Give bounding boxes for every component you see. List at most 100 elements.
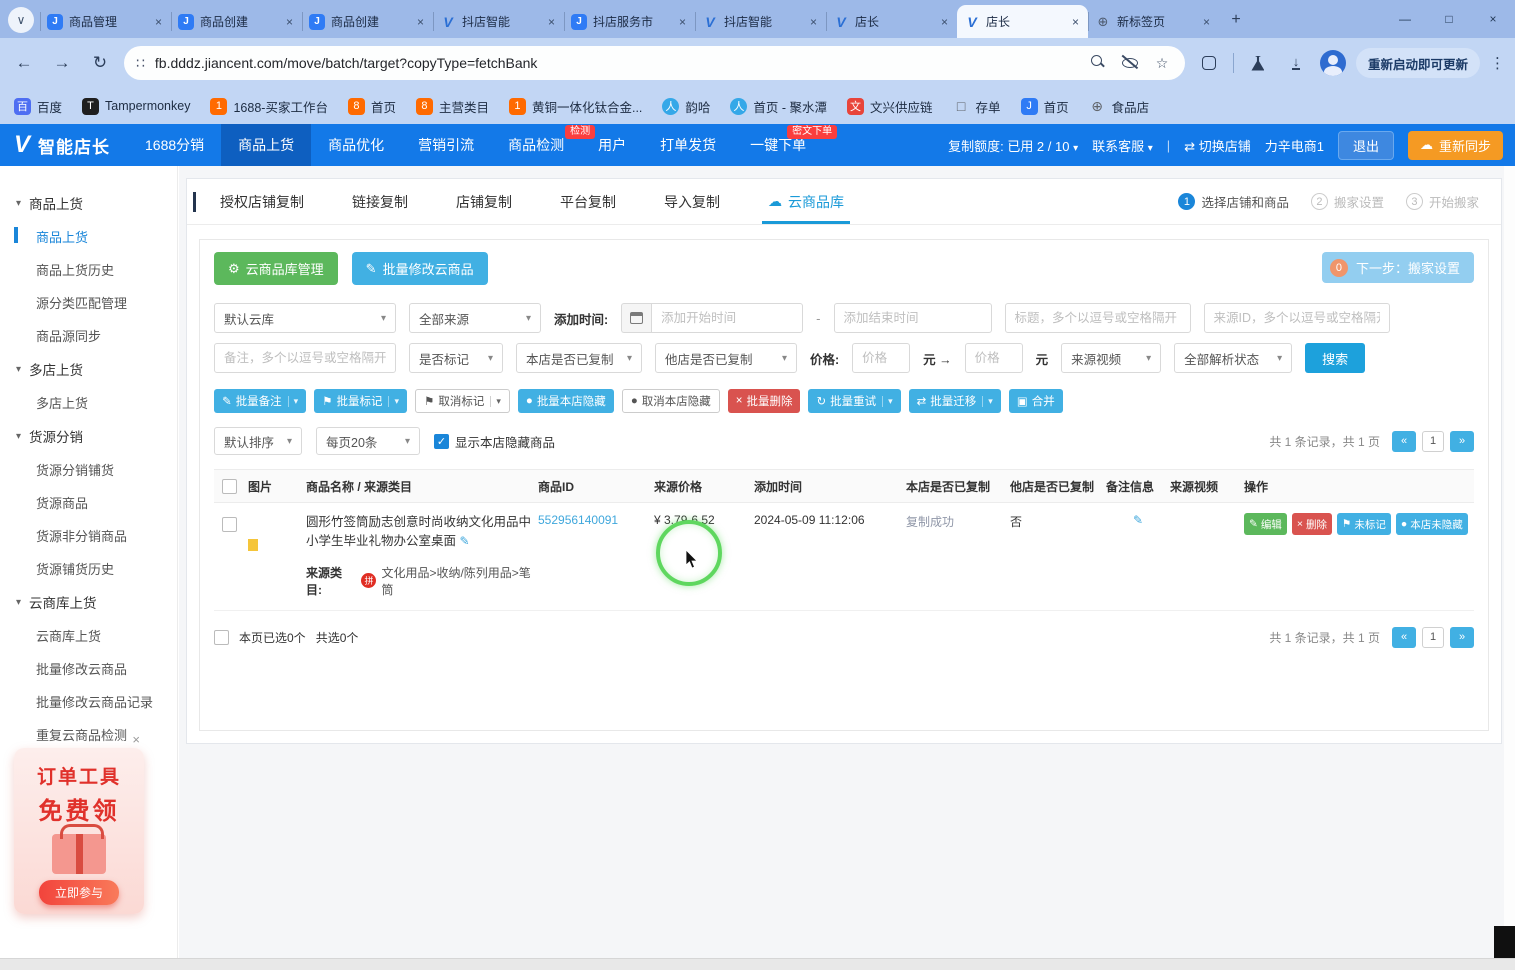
site-info-icon[interactable]: ∷	[136, 55, 145, 72]
nav-item-product-upload[interactable]: 商品上货	[221, 124, 311, 166]
current-page-number[interactable]: 1	[1422, 431, 1444, 452]
batch-remark-button[interactable]: ✎批量备注▾	[214, 389, 306, 413]
tab-close-icon[interactable]: ×	[939, 15, 950, 29]
price-max-input[interactable]	[965, 343, 1023, 373]
bookmark-item[interactable]: 1黄铜一体化钛合金...	[509, 97, 642, 116]
prev-page-button[interactable]: «	[1392, 431, 1416, 452]
unmark-button[interactable]: ⚑取消标记▾	[415, 389, 510, 413]
tab-link-copy[interactable]: 链接复制	[328, 179, 432, 224]
batch-retry-button[interactable]: ↻批量重试▾	[808, 389, 900, 413]
sidebar-item-upload-history[interactable]: 商品上货历史	[0, 253, 177, 286]
zoom-out-icon[interactable]	[1087, 55, 1109, 72]
sidebar-item-supply-distribute[interactable]: 货源分销铺货	[0, 453, 177, 486]
tab-store-copy[interactable]: 店铺复制	[432, 179, 536, 224]
resync-button[interactable]: ☁重新同步	[1408, 131, 1503, 160]
tab-close-icon[interactable]: ×	[415, 15, 426, 29]
update-browser-button[interactable]: 重新启动即可更新	[1356, 48, 1480, 78]
sidebar-item-cloud-upload[interactable]: 云商库上货	[0, 619, 177, 652]
source-id-filter-input[interactable]	[1204, 303, 1390, 333]
tab-authorized-store-copy[interactable]: 授权店铺复制	[196, 179, 328, 224]
parse-status-select[interactable]: 全部解析状态▾	[1174, 343, 1292, 373]
batch-unhide-button[interactable]: ●取消本店隐藏	[622, 389, 720, 413]
browser-tab[interactable]: V 店长 ×	[826, 5, 957, 38]
tab-platform-copy[interactable]: 平台复制	[536, 179, 640, 224]
not-hidden-button[interactable]: ●本店未隐藏	[1396, 513, 1468, 535]
bookmark-item[interactable]: 文文兴供应链	[847, 97, 933, 116]
nav-item-1688-distribution[interactable]: 1688分销	[128, 124, 221, 166]
cloud-library-manage-button[interactable]: ⚙云商品库管理	[214, 252, 338, 285]
tab-close-icon[interactable]: ×	[808, 15, 819, 29]
bookmark-star-icon[interactable]: ☆	[1151, 55, 1173, 72]
nav-item-one-click-order[interactable]: 一键下单密文下单	[733, 124, 823, 166]
nav-item-print-ship[interactable]: 打单发货	[643, 124, 733, 166]
bookmark-item[interactable]: J首页	[1021, 97, 1069, 116]
batch-hide-button[interactable]: ●批量本店隐藏	[518, 389, 614, 413]
eye-off-icon[interactable]	[1119, 55, 1141, 72]
tab-cloud-library[interactable]: ☁云商品库	[744, 179, 868, 224]
product-id-link[interactable]: 552956140091	[538, 513, 654, 527]
tab-close-icon[interactable]: ×	[546, 15, 557, 29]
show-hidden-checkbox[interactable]: ✓	[434, 434, 449, 449]
prev-page-button[interactable]: «	[1392, 627, 1416, 648]
self-copied-select[interactable]: 本店是否已复制▾	[516, 343, 642, 373]
sidebar-group-multi-store[interactable]: ▾多店上货	[0, 352, 177, 386]
delete-button[interactable]: ×删除	[1292, 513, 1332, 535]
tab-close-icon[interactable]: ×	[284, 15, 295, 29]
sidebar-item-category-match[interactable]: 源分类匹配管理	[0, 286, 177, 319]
browser-tab[interactable]: V 抖店智能 ×	[695, 5, 826, 38]
browser-tab[interactable]: J 商品管理 ×	[40, 5, 171, 38]
sidebar-item-product-upload[interactable]: 商品上货	[0, 220, 177, 253]
browser-tab[interactable]: J 商品创建 ×	[171, 5, 302, 38]
nav-item-users[interactable]: 用户	[581, 124, 643, 166]
edit-button[interactable]: ✎编辑	[1244, 513, 1287, 535]
title-filter-input[interactable]	[1005, 303, 1191, 333]
current-page-number[interactable]: 1	[1422, 627, 1444, 648]
bookmark-item[interactable]: 百百度	[14, 97, 62, 116]
other-copied-select[interactable]: 他店是否已复制▾	[655, 343, 797, 373]
browser-tab[interactable]: V 抖店智能 ×	[433, 5, 564, 38]
nav-item-marketing[interactable]: 营销引流	[401, 124, 491, 166]
remark-filter-input[interactable]	[214, 343, 396, 373]
bookmark-item[interactable]: 人首页 - 聚水潭	[730, 97, 827, 116]
tab-close-icon[interactable]: ×	[153, 15, 164, 29]
sort-select[interactable]: 默认排序▾	[214, 427, 302, 455]
sidebar-item-supply-non-distribute[interactable]: 货源非分销商品	[0, 519, 177, 552]
tab-close-icon[interactable]: ×	[1201, 15, 1212, 29]
unmarked-button[interactable]: ⚑未标记	[1337, 513, 1391, 535]
browser-menu-icon[interactable]: ⋮	[1490, 54, 1505, 72]
batch-migrate-button[interactable]: ⇄批量迁移▾	[909, 389, 1001, 413]
price-min-input[interactable]	[852, 343, 910, 373]
batch-mark-button[interactable]: ⚑批量标记▾	[314, 389, 407, 413]
tab-search-button[interactable]: ∨	[8, 7, 34, 33]
switch-store-button[interactable]: ⇄ 切换店铺	[1184, 136, 1251, 155]
extensions-icon[interactable]	[1195, 49, 1223, 77]
experiments-flask-icon[interactable]	[1244, 49, 1272, 77]
show-hidden-toggle[interactable]: ✓ 显示本店隐藏商品	[434, 432, 555, 451]
warehouse-select[interactable]: 默认云库▾	[214, 303, 396, 333]
contact-support-menu[interactable]: 联系客服 ▾	[1092, 136, 1153, 155]
sidebar-item-multi-store-upload[interactable]: 多店上货	[0, 386, 177, 419]
sidebar-group-supply-distribution[interactable]: ▾货源分销	[0, 419, 177, 453]
sidebar-item-batch-edit-record[interactable]: 批量修改云商品记录	[0, 685, 177, 718]
mark-select[interactable]: 是否标记▾	[409, 343, 503, 373]
bookmark-item[interactable]: 8主营类目	[416, 97, 489, 116]
download-icon[interactable]: ↓	[1282, 49, 1310, 77]
address-bar[interactable]: ∷ fb.dddz.jiancent.com/move/batch/target…	[124, 46, 1185, 80]
sidebar-group-product-upload[interactable]: ▾商品上货	[0, 186, 177, 220]
end-time-input[interactable]	[834, 303, 992, 333]
promo-join-button[interactable]: 立即参与	[39, 880, 119, 905]
footer-select-all-checkbox[interactable]	[214, 630, 229, 645]
start-time-input[interactable]	[651, 303, 803, 333]
window-minimize-button[interactable]: —	[1383, 0, 1427, 38]
sidebar-item-duplicate-check[interactable]: 重复云商品检测	[0, 718, 177, 751]
select-all-checkbox[interactable]	[222, 479, 237, 494]
bookmark-item[interactable]: 11688-买家工作台	[210, 97, 327, 116]
source-select[interactable]: 全部来源▾	[409, 303, 541, 333]
copy-quota-text[interactable]: 复制额度: 已用 2 / 10 ▾	[948, 136, 1078, 155]
batch-delete-button[interactable]: ×批量删除	[728, 389, 801, 413]
bookmark-item[interactable]: 8首页	[348, 97, 396, 116]
edit-title-icon[interactable]: ✎	[460, 534, 470, 548]
scrollbar-track[interactable]	[1504, 166, 1515, 926]
merge-button[interactable]: ▣合并	[1009, 389, 1063, 413]
profile-avatar[interactable]	[1320, 50, 1346, 76]
